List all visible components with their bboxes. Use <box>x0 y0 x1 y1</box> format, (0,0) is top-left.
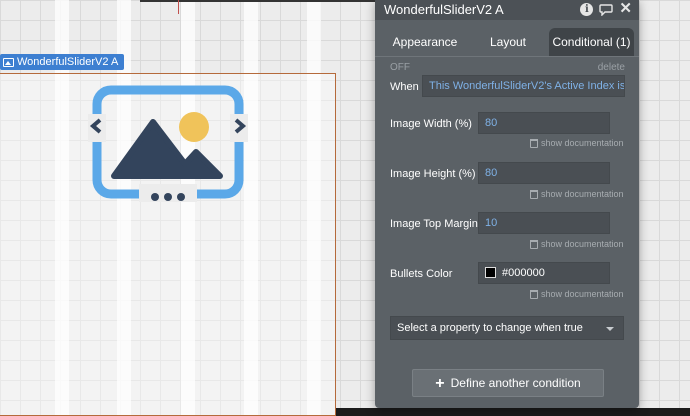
image-height-label: Image Height (%) <box>390 168 476 180</box>
image-width-field[interactable]: 80 <box>478 112 610 134</box>
show-documentation-label: show documentation <box>541 289 624 299</box>
show-documentation-link[interactable]: show documentation <box>530 239 624 249</box>
canvas-right-margin <box>639 0 690 416</box>
image-height-field[interactable]: 80 <box>478 162 610 184</box>
image-width-label: Image Width (%) <box>390 118 472 130</box>
show-documentation-link[interactable]: show documentation <box>530 138 624 148</box>
show-documentation-link[interactable]: show documentation <box>530 189 624 199</box>
comment-icon[interactable] <box>599 3 614 16</box>
property-select-dropdown[interactable]: Select a property to change when true <box>390 316 624 340</box>
trash-icon <box>530 239 538 249</box>
define-another-condition-button[interactable]: + Define another condition <box>412 369 604 397</box>
trash-icon <box>530 289 538 299</box>
chevron-down-icon <box>606 327 614 331</box>
bottom-edge <box>336 408 690 416</box>
delete-condition-link[interactable]: delete <box>598 62 625 73</box>
show-documentation-label: show documentation <box>541 138 624 148</box>
property-select-placeholder: Select a property to change when true <box>397 322 583 334</box>
define-another-condition-label: Define another condition <box>450 376 581 390</box>
info-icon[interactable]: i <box>580 2 594 16</box>
trash-icon <box>530 138 538 148</box>
tab-layout[interactable]: Layout <box>475 28 541 56</box>
alignment-guide-line <box>178 0 179 14</box>
condition-off-toggle[interactable]: OFF <box>390 62 410 73</box>
slider-placeholder-icon <box>88 85 248 202</box>
show-documentation-label: show documentation <box>541 239 624 249</box>
panel-tabs: Appearance Layout Conditional (1) <box>375 28 639 57</box>
close-icon[interactable]: ✕ <box>619 1 632 16</box>
selection-guide-line <box>140 0 375 2</box>
panel-header: WonderfulSliderV2 A i ✕ <box>375 0 639 20</box>
tab-appearance[interactable]: Appearance <box>387 28 463 56</box>
plus-icon: + <box>435 375 445 392</box>
bullets-color-value: #000000 <box>502 267 545 279</box>
image-top-margin-label: Image Top Margin (%) <box>390 218 478 230</box>
show-documentation-label: show documentation <box>541 189 624 199</box>
element-name-tag[interactable]: WonderfulSliderV2 A <box>0 54 125 70</box>
when-expression-field[interactable]: This WonderfulSliderV2's Active Index is… <box>422 75 625 97</box>
bullets-color-label: Bullets Color <box>390 268 453 280</box>
bullets-color-field[interactable]: #000000 <box>478 262 610 284</box>
trash-icon <box>530 189 538 199</box>
image-top-margin-field[interactable]: 10 <box>478 212 610 234</box>
when-label: When <box>390 81 419 93</box>
element-name-label: WonderfulSliderV2 A <box>17 56 119 68</box>
tab-conditional[interactable]: Conditional (1) <box>549 28 634 56</box>
panel-title: WonderfulSliderV2 A <box>384 2 504 17</box>
color-swatch[interactable] <box>485 266 496 278</box>
show-documentation-link[interactable]: show documentation <box>530 289 624 299</box>
image-icon <box>3 57 14 67</box>
property-editor-panel: WonderfulSliderV2 A i ✕ Appearance Layou… <box>375 0 639 408</box>
